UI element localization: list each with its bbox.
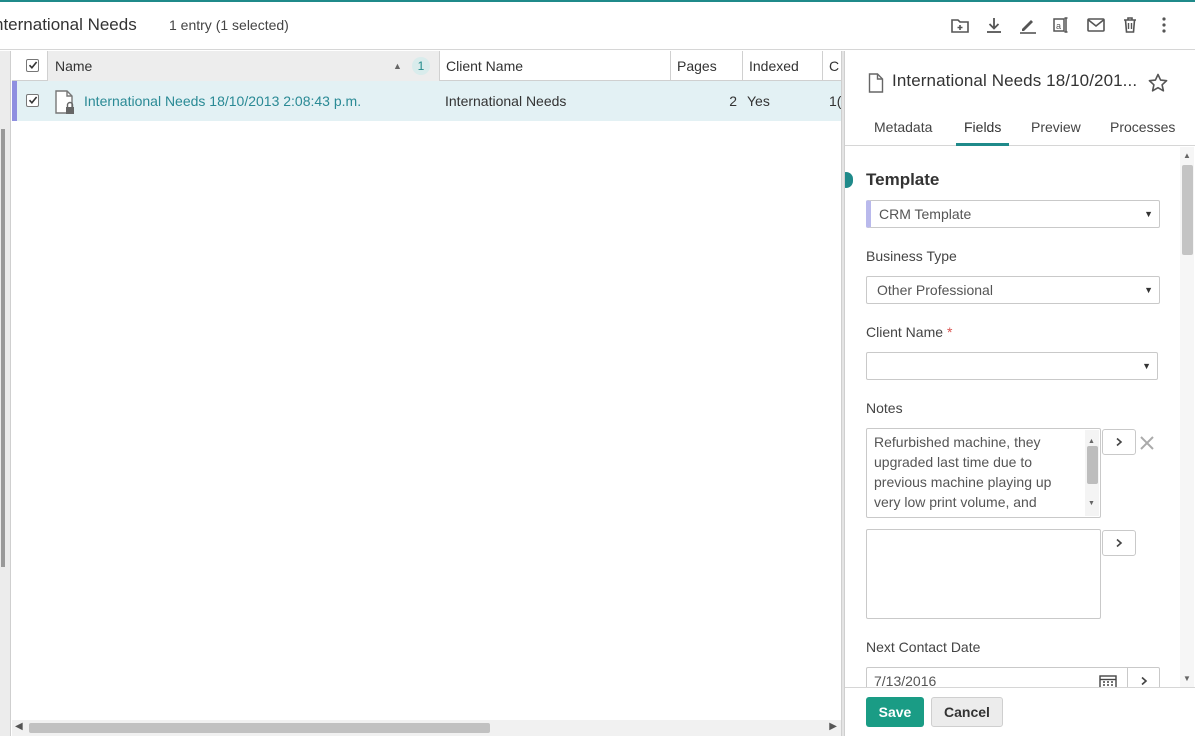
download-button[interactable] <box>981 12 1007 38</box>
notes-textarea[interactable]: Refurbished machine, they upgraded last … <box>866 428 1101 518</box>
template-select[interactable]: CRM Template ▼ <box>866 200 1160 228</box>
page-header: nternational Needs 1 entry (1 selected) … <box>0 2 1195 50</box>
scroll-left-icon[interactable]: ◀ <box>15 721 23 732</box>
tab-fields[interactable]: Fields <box>956 119 1010 146</box>
save-button[interactable]: Save <box>866 697 924 727</box>
ocr-text-button[interactable]: a <box>1049 12 1075 38</box>
more-options-button[interactable] <box>1151 12 1177 38</box>
notes-text: Refurbished machine, they upgraded last … <box>874 434 1052 510</box>
column-header-indexed[interactable]: Indexed <box>742 51 822 81</box>
more-vertical-icon <box>1162 17 1166 33</box>
panel-tabs: Metadata Fields Preview Processes <box>845 117 1195 146</box>
notes-expand-button[interactable] <box>1102 429 1136 455</box>
ocr-text-icon: a <box>1053 17 1068 33</box>
star-icon[interactable] <box>1147 72 1169 94</box>
sign-icon <box>1020 20 1036 34</box>
tab-processes[interactable]: Processes <box>1110 119 1175 146</box>
row-indexed: Yes <box>747 93 770 109</box>
column-header-name[interactable]: Name ▲ 1 <box>47 51 439 81</box>
row-selection-marker <box>12 81 17 121</box>
cancel-button[interactable]: Cancel <box>931 697 1003 727</box>
client-name-label-text: Client Name <box>866 324 944 340</box>
tab-preview[interactable]: Preview <box>1031 119 1081 146</box>
sign-button[interactable] <box>1015 12 1041 38</box>
section-marker <box>845 172 853 188</box>
row-pages: 2 <box>729 93 737 109</box>
panel-scroll-thumb[interactable] <box>1182 165 1193 255</box>
checkmark-icon <box>28 61 38 70</box>
business-type-label: Business Type <box>866 248 957 264</box>
entry-count: 1 entry (1 selected) <box>169 17 289 33</box>
toolbar: a <box>947 12 1177 40</box>
document-icon <box>868 73 884 93</box>
new-folder-button[interactable] <box>947 12 973 38</box>
details-panel: International Needs 18/10/201... Metadat… <box>845 51 1195 736</box>
business-type-select[interactable]: Other Professional ▼ <box>866 276 1160 304</box>
row-client-name: International Needs <box>445 93 567 109</box>
entry-grid: Name ▲ 1 Client Name Pages Indexed C Int… <box>12 51 841 736</box>
chevron-down-icon: ▼ <box>1144 285 1153 295</box>
scroll-down-icon[interactable]: ▼ <box>1183 674 1191 683</box>
template-heading: Template <box>866 170 940 189</box>
next-contact-date-field[interactable]: 7/13/2016 <box>866 667 1160 687</box>
gutter-scrollbar[interactable] <box>1 129 5 567</box>
delete-icon <box>1124 17 1136 33</box>
calendar-icon[interactable] <box>1099 674 1117 687</box>
scroll-down-icon[interactable]: ▼ <box>1088 494 1095 514</box>
row-name-link[interactable]: International Needs 18/10/2013 2:08:43 p… <box>84 81 434 121</box>
panel-vertical-scrollbar[interactable]: ▲ ▼ <box>1180 147 1194 687</box>
download-icon <box>987 18 1001 33</box>
row-checkbox[interactable] <box>26 94 39 107</box>
fields-form: Template CRM Template ▼ Business Type Ot… <box>845 147 1195 687</box>
required-asterisk: * <box>947 324 953 340</box>
svg-text:a: a <box>1056 21 1061 31</box>
new-folder-icon <box>951 19 969 33</box>
chevron-right-icon <box>1141 676 1148 686</box>
left-gutter <box>0 51 11 736</box>
horizontal-scrollbar[interactable]: ◀ ▶ <box>12 720 841 736</box>
notes-second-expand-button[interactable] <box>1102 530 1136 556</box>
sort-order-badge: 1 <box>412 57 430 75</box>
column-header-client-name[interactable]: Client Name <box>439 51 670 81</box>
client-name-select[interactable]: ▼ <box>866 352 1158 380</box>
email-icon <box>1087 18 1105 32</box>
checkmark-icon <box>28 96 38 105</box>
delete-button[interactable] <box>1117 12 1143 38</box>
notes-second-textarea[interactable] <box>866 529 1101 619</box>
close-icon[interactable] <box>1138 434 1156 452</box>
column-header-next[interactable]: C <box>822 51 841 81</box>
tab-metadata[interactable]: Metadata <box>874 119 932 146</box>
chevron-down-icon: ▼ <box>1144 209 1153 219</box>
table-row[interactable]: International Needs 18/10/2013 2:08:43 p… <box>12 81 841 121</box>
column-header-pages[interactable]: Pages <box>670 51 742 81</box>
next-contact-label: Next Contact Date <box>866 639 981 655</box>
chevron-right-icon <box>1116 538 1123 548</box>
panel-footer: Save Cancel <box>845 687 1195 736</box>
select-all-checkbox[interactable] <box>26 59 39 72</box>
next-contact-expand-button[interactable] <box>1127 667 1160 687</box>
template-select-value: CRM Template <box>879 206 972 222</box>
notes-scrollbar[interactable]: ▲ ▼ <box>1085 430 1099 516</box>
chevron-down-icon: ▼ <box>1142 361 1151 371</box>
scroll-right-icon[interactable]: ▶ <box>829 721 837 732</box>
business-type-value: Other Professional <box>877 282 993 298</box>
page-title: nternational Needs <box>0 15 137 34</box>
sort-ascending-icon: ▲ <box>393 61 402 71</box>
notes-scroll-thumb[interactable] <box>1087 446 1098 484</box>
panel-title: International Needs 18/10/201... <box>892 71 1138 90</box>
chevron-right-icon <box>1116 437 1123 447</box>
client-name-label: Client Name * <box>866 324 952 340</box>
email-button[interactable] <box>1083 12 1109 38</box>
next-contact-date-value: 7/13/2016 <box>874 673 937 687</box>
column-name-label: Name <box>55 58 93 74</box>
row-next-cell: 1( <box>829 93 841 109</box>
grid-header: Name ▲ 1 Client Name Pages Indexed C <box>12 51 841 81</box>
locked-document-icon <box>55 90 74 114</box>
horizontal-scroll-thumb[interactable] <box>29 723 490 733</box>
scroll-up-icon[interactable]: ▲ <box>1183 151 1191 160</box>
notes-label: Notes <box>866 400 903 416</box>
